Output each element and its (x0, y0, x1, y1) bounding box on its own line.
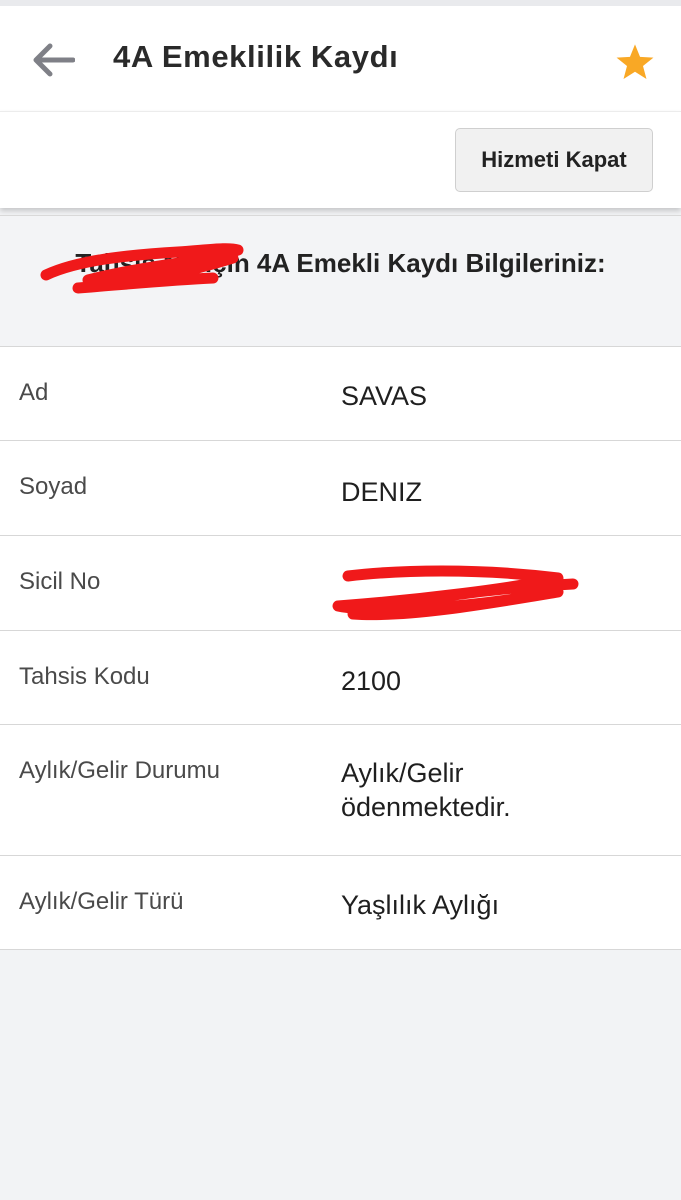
detail-row-ad: Ad SAVAS (0, 347, 681, 441)
detail-label: Sicil No (19, 568, 101, 595)
detail-label: Soyad (19, 473, 88, 500)
detail-label: Aylık/Gelir Türü (19, 888, 184, 915)
page-title: 4A Emeklilik Kaydı (113, 39, 399, 74)
star-icon (616, 44, 654, 79)
back-button[interactable] (26, 34, 80, 86)
detail-row-aylik-gelir-durumu: Aylık/Gelir Durumu Aylık/Gelir ödenmekte… (0, 725, 681, 856)
app-bar: 4A Emeklilik Kaydı (0, 6, 681, 111)
details-table: Ad SAVAS Soyad DENIZ Sicil No Tahsis Kod… (0, 346, 681, 950)
detail-value: SAVAS (341, 381, 428, 411)
arrow-left-icon (33, 43, 75, 77)
detail-label: Aylık/Gelir Durumu (19, 757, 220, 784)
detail-row-sicil-no: Sicil No (0, 536, 681, 631)
detail-label: Ad (19, 379, 49, 406)
detail-value: Aylık/Gelir ödenmektedir. (341, 758, 511, 822)
sicil-no-redaction-scribble (332, 565, 579, 621)
action-bar: Hizmeti Kapat (0, 111, 681, 208)
retirement-record-screen: 4A Emeklilik Kaydı Hizmeti Kapat Tahsis … (0, 0, 681, 1200)
favorite-button[interactable] (611, 40, 659, 86)
detail-row-aylik-gelir-turu: Aylık/Gelir Türü Yaşlılık Aylığı (0, 856, 681, 950)
detail-label: Tahsis Kodu (19, 663, 150, 690)
detail-row-tahsis-kodu: Tahsis Kodu 2100 (0, 631, 681, 725)
detail-row-soyad: Soyad DENIZ (0, 441, 681, 536)
detail-value: Yaşlılık Aylığı (341, 890, 500, 920)
close-service-button[interactable]: Hizmeti Kapat (455, 128, 653, 192)
info-title: Tahsis No için 4A Emekli Kaydı Bilgileri… (75, 248, 606, 278)
detail-value: 2100 (341, 666, 402, 696)
detail-value: DENIZ (341, 477, 422, 507)
info-header: Tahsis No için 4A Emekli Kaydı Bilgileri… (0, 215, 681, 347)
